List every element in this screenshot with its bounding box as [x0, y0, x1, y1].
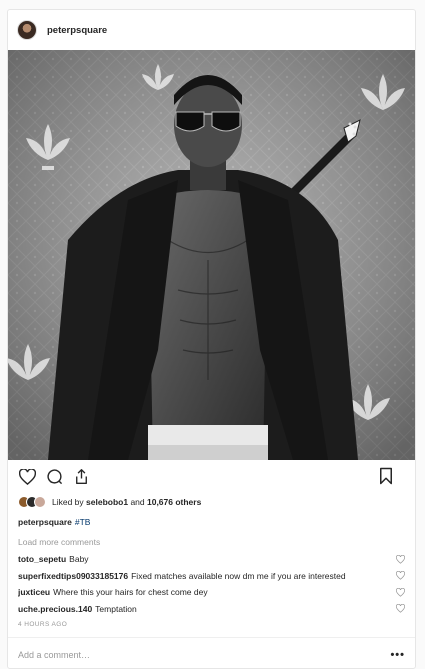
- likes-text: Liked by selebobo1 and 10,676 others: [52, 497, 201, 507]
- avatar[interactable]: [34, 496, 46, 508]
- likes-others-link[interactable]: 10,676 others: [147, 497, 201, 507]
- comment-username[interactable]: toto_sepetu: [18, 554, 66, 564]
- load-more-comments-button[interactable]: Load more comments: [8, 533, 415, 551]
- post-username[interactable]: peterpsquare: [47, 25, 107, 36]
- liker-avatars: [18, 496, 46, 508]
- caption-username[interactable]: peterpsquare: [18, 517, 72, 527]
- photo-image: [8, 50, 415, 460]
- post-photo[interactable]: [8, 50, 415, 460]
- comment-text: Fixed matches available now dm me if you…: [131, 570, 346, 581]
- heart-icon[interactable]: [18, 468, 36, 486]
- comment-text: Where this your hairs for chest come dey: [53, 587, 208, 598]
- comment-icon[interactable]: [45, 468, 63, 486]
- post-header: peterpsquare: [8, 10, 415, 50]
- heart-icon[interactable]: [396, 587, 405, 597]
- post-timestamp[interactable]: 4 HOURS AGO: [8, 617, 415, 637]
- avatar[interactable]: [17, 20, 37, 40]
- add-comment-bar: •••: [8, 637, 415, 668]
- post-caption: peterpsquare #TB: [8, 511, 415, 533]
- bookmark-icon[interactable]: [377, 467, 395, 485]
- comment-username[interactable]: juxticeu: [18, 587, 50, 597]
- comment-item: uche.precious.140 Temptation: [18, 601, 405, 618]
- more-options-button[interactable]: •••: [390, 649, 405, 661]
- post-actions: [8, 460, 415, 493]
- liker-username[interactable]: selebobo1: [86, 497, 128, 507]
- comment-username[interactable]: superfixedtips09033185176: [18, 571, 128, 581]
- comment-text: Temptation: [95, 603, 137, 614]
- post-card: peterpsquare Liked by selebobo1 and 10,6…: [7, 9, 416, 669]
- heart-icon[interactable]: [396, 554, 405, 564]
- likes-conjunction: and: [128, 497, 147, 507]
- comment-item: toto_sepetu Baby: [18, 551, 405, 568]
- likes-summary: Liked by selebobo1 and 10,676 others: [8, 493, 415, 511]
- comment-item: superfixedtips09033185176 Fixed matches a…: [18, 568, 405, 585]
- likes-prefix: Liked by: [52, 497, 87, 507]
- share-icon[interactable]: [72, 468, 90, 486]
- comment-input[interactable]: [18, 649, 318, 660]
- comment-item: juxticeu Where this your hairs for chest …: [18, 584, 405, 601]
- caption-hashtag[interactable]: #TB: [75, 517, 91, 527]
- comment-text: Baby: [69, 554, 89, 565]
- heart-icon[interactable]: [396, 571, 405, 580]
- comment-list: toto_sepetu Baby superfixedtips0903318517…: [8, 551, 415, 617]
- comment-username[interactable]: uche.precious.140: [18, 604, 92, 614]
- heart-icon[interactable]: [396, 604, 405, 613]
